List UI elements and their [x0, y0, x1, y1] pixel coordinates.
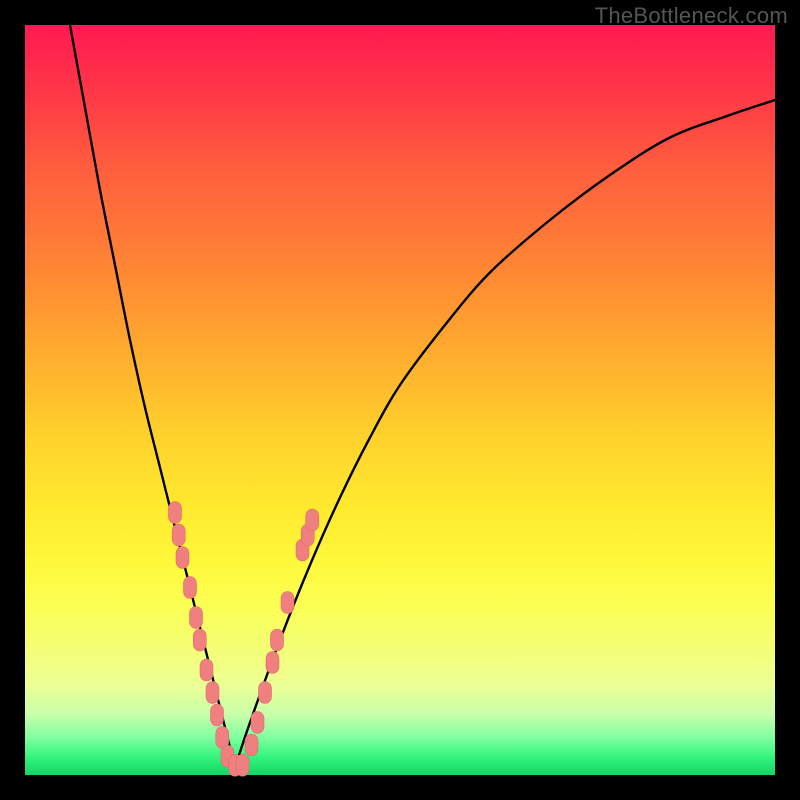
- marker-point: [190, 607, 203, 629]
- curve-left-branch: [70, 25, 235, 768]
- marker-point: [176, 547, 189, 569]
- marker-point: [281, 592, 294, 614]
- marker-point: [200, 659, 213, 681]
- chart-frame: TheBottleneck.com: [0, 0, 800, 800]
- marker-point: [184, 577, 197, 599]
- bottleneck-curve: [70, 25, 775, 768]
- data-markers: [169, 502, 319, 777]
- marker-point: [259, 682, 272, 704]
- watermark-text: TheBottleneck.com: [595, 3, 788, 29]
- marker-point: [169, 502, 182, 524]
- marker-point: [251, 712, 264, 734]
- marker-point: [206, 682, 219, 704]
- marker-point: [236, 754, 249, 776]
- marker-point: [193, 629, 206, 651]
- marker-point: [245, 734, 258, 756]
- marker-point: [306, 509, 319, 531]
- marker-point: [172, 524, 185, 546]
- curve-right-branch: [235, 100, 775, 768]
- marker-point: [266, 652, 279, 674]
- chart-svg: [25, 25, 775, 775]
- marker-point: [271, 629, 284, 651]
- marker-point: [211, 704, 224, 726]
